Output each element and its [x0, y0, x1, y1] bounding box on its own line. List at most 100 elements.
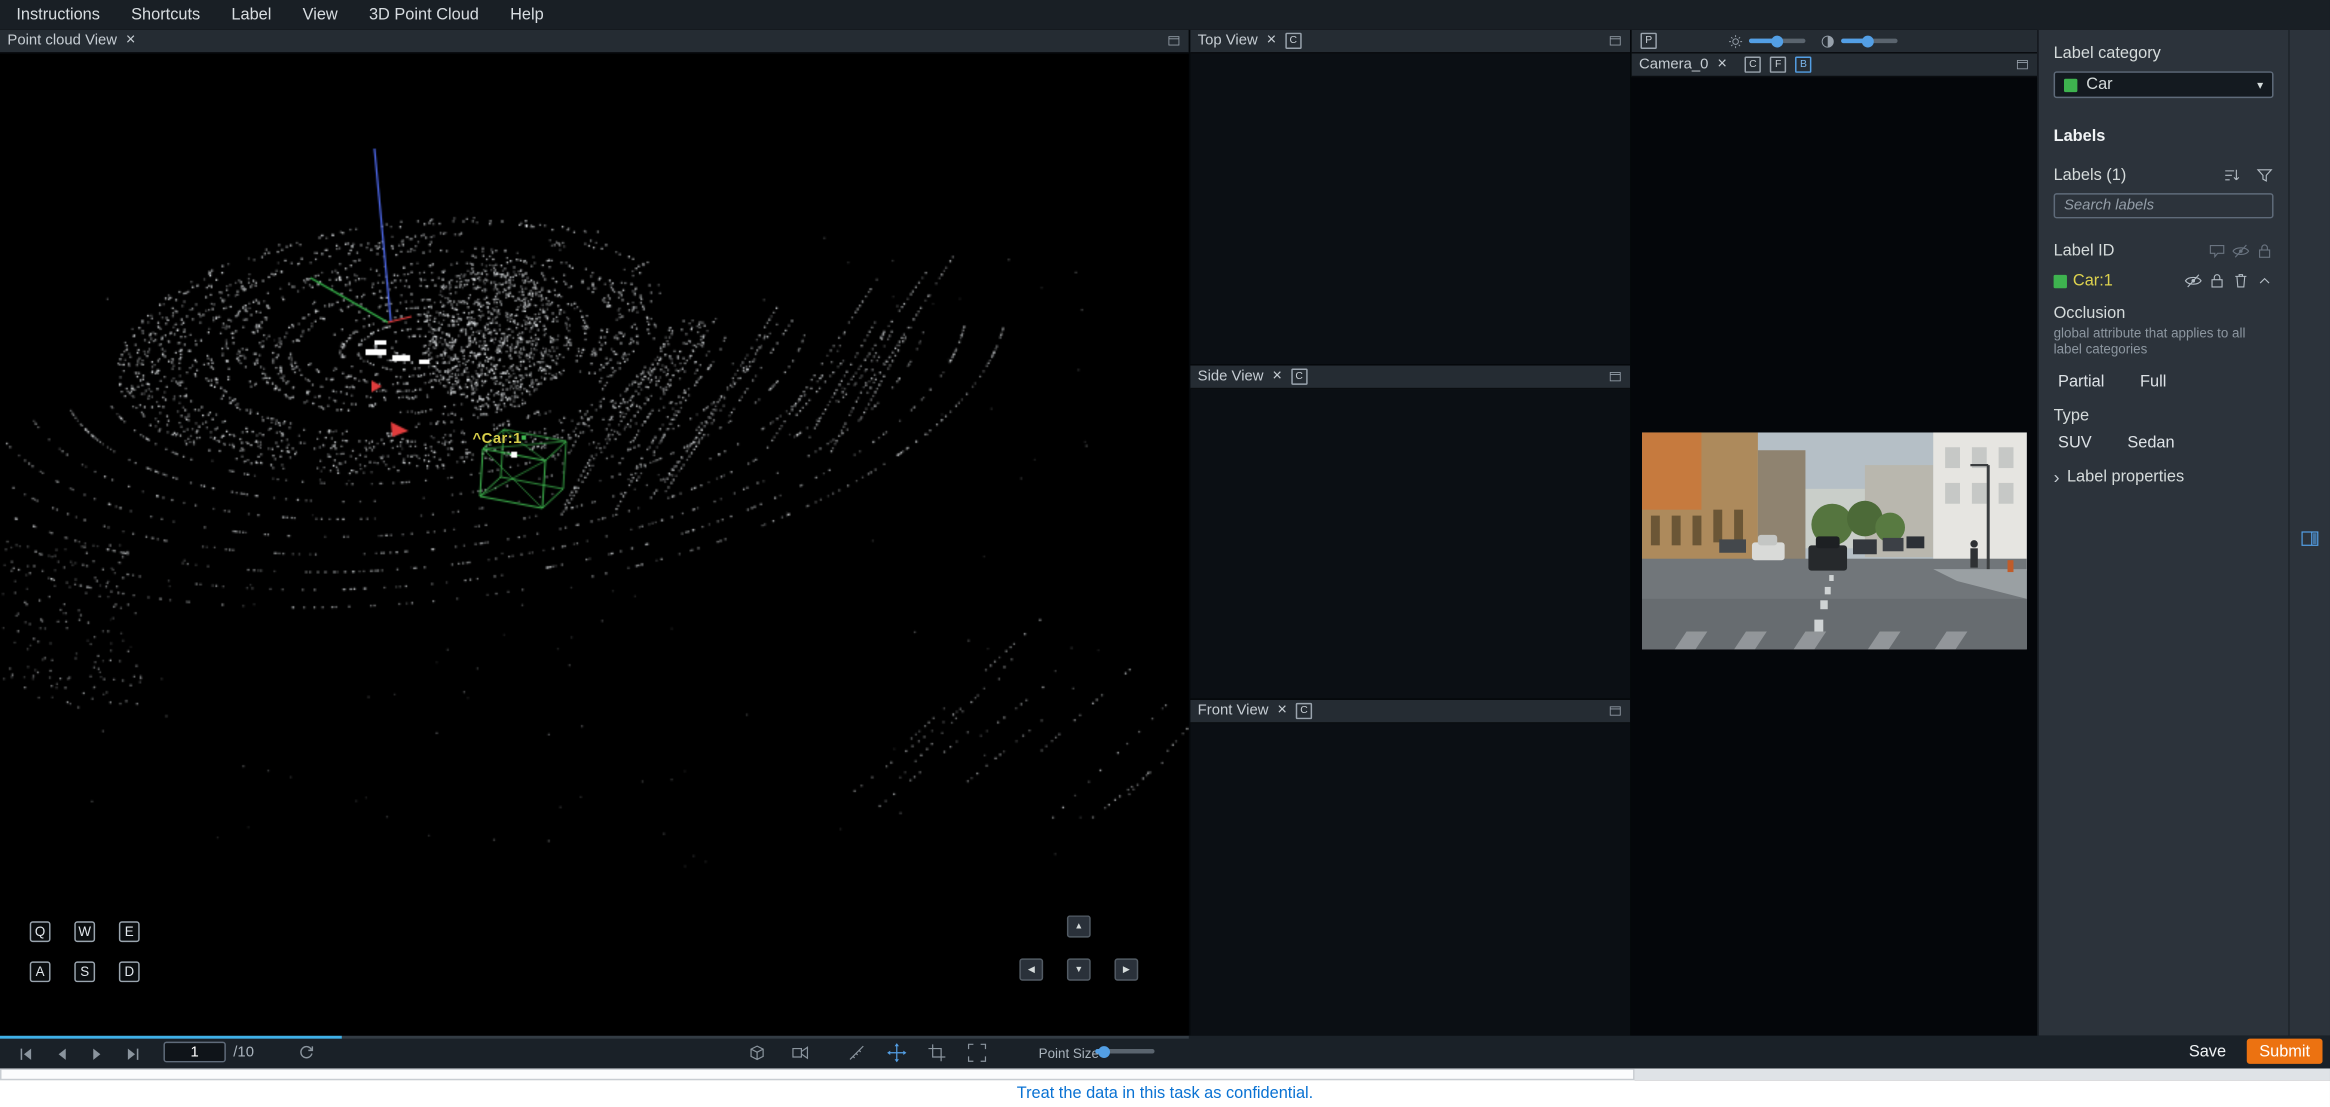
label-list-item[interactable]: Car:1 — [2053, 272, 2274, 290]
label-properties-toggle[interactable]: › Label properties — [2054, 467, 2274, 485]
close-icon[interactable]: × — [1717, 56, 1727, 72]
eye-off-icon[interactable] — [2232, 242, 2250, 260]
camera-header: Camera_0 × C F B — [1631, 53, 2038, 78]
category-value: Car — [2086, 75, 2113, 94]
horizontal-scrollbar[interactable] — [0, 1068, 2330, 1081]
nav-right-icon: ▶ — [1122, 965, 1130, 975]
expand-panel-icon[interactable] — [1608, 704, 1623, 717]
panel-layout-toggle-icon[interactable] — [2300, 40, 2319, 1036]
expand-panel-icon[interactable] — [1608, 34, 1623, 47]
key-hint-w[interactable]: W — [74, 921, 96, 943]
occlusion-option-partial[interactable]: Partial — [2054, 371, 2109, 392]
key-hint-s[interactable]: S — [74, 961, 96, 983]
fit-view-icon[interactable] — [967, 1043, 987, 1070]
comment-icon[interactable] — [2208, 242, 2226, 260]
save-button[interactable]: Save — [2189, 1043, 2226, 1061]
brightness-slider[interactable] — [1748, 34, 1806, 47]
label-category-heading: Label category — [2053, 44, 2161, 63]
menu-view[interactable]: View — [303, 6, 338, 24]
lock-icon[interactable] — [2208, 272, 2226, 290]
pan-down-button[interactable]: ▼ — [1066, 958, 1091, 981]
projection-button[interactable]: P — [1640, 32, 1657, 50]
type-heading: Type — [2053, 406, 2090, 425]
contrast-slider-handle[interactable] — [1861, 34, 1874, 47]
camera-frustum-toggle-icon[interactable] — [791, 1043, 810, 1070]
camera-b-button[interactable]: B — [1795, 56, 1812, 73]
center-view-button[interactable]: C — [1290, 368, 1308, 385]
box-tool-icon[interactable] — [927, 1043, 946, 1070]
label-sidebar: Label category Car ▾ Labels Labels (1) L… — [2037, 29, 2289, 1036]
loop-playback-icon[interactable] — [297, 1043, 315, 1070]
labels-heading: Labels — [2053, 127, 2106, 146]
occlusion-options: Partial Full — [2054, 371, 2274, 392]
top-view-panel: Top View × C — [1190, 29, 1631, 365]
key-hint-e[interactable]: E — [118, 921, 140, 943]
app-root: Instructions Shortcuts Label View 3D Poi… — [0, 0, 2330, 1107]
menu-3d-point-cloud[interactable]: 3D Point Cloud — [369, 6, 479, 24]
type-option-suv[interactable]: SUV — [2054, 432, 2097, 453]
occlusion-option-full[interactable]: Full — [2136, 371, 2171, 392]
move-tool-icon[interactable] — [887, 1043, 907, 1070]
brightness-slider-handle[interactable] — [1771, 34, 1784, 47]
close-icon[interactable]: × — [1272, 368, 1282, 385]
point-size-slider[interactable] — [1095, 1045, 1155, 1058]
front-view-viewport[interactable] — [1190, 723, 1631, 1036]
type-option-sedan[interactable]: Sedan — [2123, 432, 2179, 453]
center-view-button[interactable]: C — [1295, 702, 1313, 720]
point-cloud-panel: Point cloud View × ^Car:1 Q W E A S D ▲ … — [0, 29, 1189, 1036]
top-view-viewport[interactable] — [1190, 53, 1631, 365]
menu-label[interactable]: Label — [231, 6, 271, 24]
play-button[interactable] — [89, 1043, 105, 1070]
skip-to-start-button[interactable] — [18, 1043, 34, 1070]
label-properties-label: Label properties — [2066, 467, 2185, 486]
step-forward-button[interactable] — [125, 1043, 141, 1070]
bounding-box-label: ^Car:1 — [472, 430, 522, 448]
point-cloud-title: Point cloud View — [7, 32, 118, 50]
label-id-heading: Label ID — [2053, 242, 2115, 261]
trash-icon[interactable] — [2232, 272, 2250, 290]
expand-panel-icon[interactable] — [2015, 58, 2030, 71]
close-icon[interactable]: × — [1277, 702, 1287, 719]
lock-icon[interactable] — [2256, 242, 2274, 260]
eye-off-icon[interactable] — [2184, 272, 2202, 290]
sort-icon[interactable] — [2223, 166, 2241, 184]
top-view-title: Top View — [1197, 32, 1258, 50]
camera-cube-toggle-icon[interactable] — [747, 1043, 766, 1070]
point-size-slider-handle[interactable] — [1098, 1045, 1111, 1058]
filter-icon[interactable] — [2256, 166, 2274, 184]
pan-up-button[interactable]: ▲ — [1066, 915, 1091, 938]
key-hint-a[interactable]: A — [29, 961, 51, 983]
pan-left-button[interactable]: ◀ — [1019, 958, 1044, 981]
footer-banner: Treat the data in this task as confident… — [0, 1080, 2330, 1107]
camera-viewport[interactable] — [1631, 77, 2038, 1036]
close-icon[interactable]: × — [126, 32, 136, 49]
frame-scrubber[interactable] — [0, 1035, 1189, 1039]
menu-instructions[interactable]: Instructions — [16, 6, 100, 24]
frame-input[interactable] — [163, 1041, 226, 1063]
side-view-panel: Side View × C — [1190, 365, 1631, 699]
expand-panel-icon[interactable] — [1166, 34, 1181, 47]
point-cloud-canvas[interactable] — [0, 53, 1189, 1036]
menu-shortcuts[interactable]: Shortcuts — [131, 6, 200, 24]
key-hint-d[interactable]: D — [118, 961, 140, 983]
contrast-slider[interactable] — [1841, 34, 1898, 47]
side-view-viewport[interactable] — [1190, 389, 1631, 699]
camera-f-button[interactable]: F — [1769, 56, 1787, 73]
expand-panel-icon[interactable] — [1608, 370, 1623, 383]
pan-right-button[interactable]: ▶ — [1114, 958, 1139, 981]
side-view-title: Side View — [1197, 368, 1264, 385]
step-back-button[interactable] — [53, 1043, 69, 1070]
ruler-tool-icon[interactable] — [847, 1043, 866, 1070]
camera-c-button[interactable]: C — [1744, 56, 1762, 73]
point-cloud-header: Point cloud View × — [0, 29, 1189, 54]
scrollbar-thumb[interactable] — [0, 1068, 1635, 1081]
center-view-button[interactable]: C — [1285, 32, 1302, 50]
menu-help[interactable]: Help — [510, 6, 544, 24]
key-hint-q[interactable]: Q — [29, 921, 51, 943]
label-category-dropdown[interactable]: Car ▾ — [2053, 71, 2274, 99]
collapse-icon[interactable] — [2256, 272, 2274, 290]
submit-button[interactable]: Submit — [2246, 1038, 2323, 1064]
search-labels-input[interactable] — [2053, 193, 2274, 219]
close-icon[interactable]: × — [1267, 32, 1277, 49]
camera-panel: P Camera_0 × C F B — [1631, 29, 2038, 1036]
